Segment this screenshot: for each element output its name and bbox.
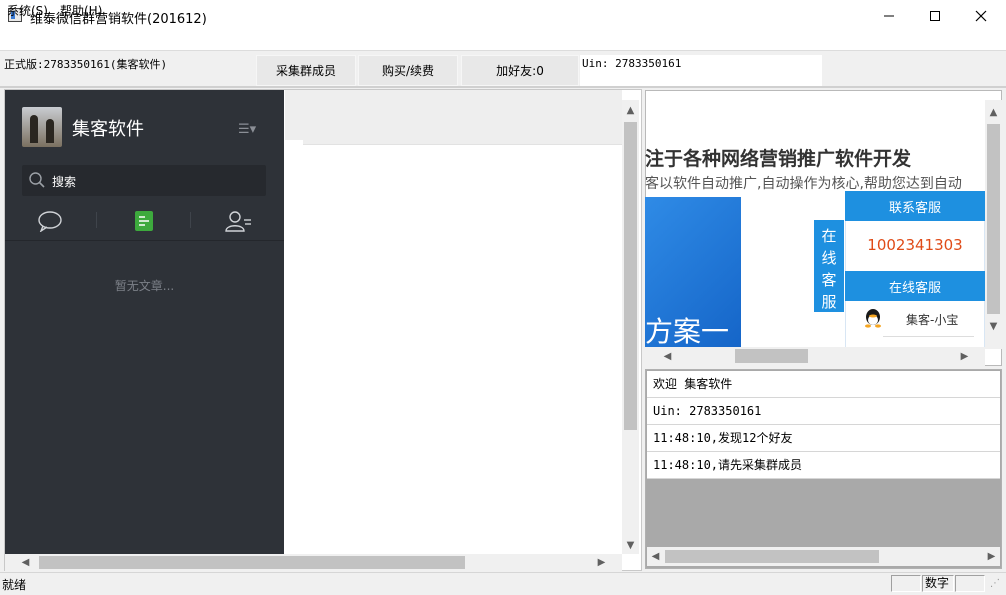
scrollbar-thumb[interactable] xyxy=(624,122,637,430)
status-bar xyxy=(0,572,1006,595)
search-placeholder: 搜索 xyxy=(52,175,77,189)
uin-label: Uin: 2783350161 xyxy=(582,57,682,70)
horizontal-scrollbar[interactable]: ◀ ▶ xyxy=(5,554,622,571)
status-pane xyxy=(891,575,921,592)
minimize-icon xyxy=(884,15,894,16)
service-phone[interactable]: 1002341303 xyxy=(845,236,985,254)
ad-headline: 注于各种网络营销推广软件开发 xyxy=(645,148,912,170)
scroll-down-icon[interactable]: ▼ xyxy=(622,537,639,554)
tab-divider xyxy=(96,212,97,228)
window-title: 维泰微信群营销软件(201612) xyxy=(30,12,207,27)
tab-articles[interactable] xyxy=(130,208,158,234)
maximize-icon xyxy=(930,10,940,21)
minimize-button[interactable] xyxy=(866,0,912,31)
tab-contacts[interactable] xyxy=(224,208,252,234)
menu-system[interactable]: 系统(S) xyxy=(7,2,48,19)
wechat-sidebar xyxy=(5,90,284,554)
scroll-right-icon[interactable]: ▶ xyxy=(983,548,1000,565)
buy-renew-button[interactable]: 购买/续费 xyxy=(358,55,458,86)
scroll-right-icon[interactable]: ▶ xyxy=(593,554,610,571)
close-button[interactable] xyxy=(958,0,1004,31)
close-icon xyxy=(975,10,987,21)
scroll-down-icon[interactable]: ▼ xyxy=(985,318,1002,335)
article-icon xyxy=(135,211,153,231)
hamburger-menu-icon[interactable]: ☰▾ xyxy=(238,122,256,137)
log-horizontal-scrollbar[interactable]: ◀ ▶ xyxy=(647,547,1000,566)
qq-penguin-icon[interactable] xyxy=(862,307,884,329)
contact-service-title: 联系客服 xyxy=(845,191,985,221)
web-vertical-scrollbar[interactable]: ▲ ▼ xyxy=(985,100,1002,349)
log-entry: 11:48:10,发现12个好友 xyxy=(647,425,1000,452)
tab-underline xyxy=(5,240,284,241)
avatar[interactable] xyxy=(22,107,62,147)
empty-articles-text: 暂无文章... xyxy=(114,279,175,293)
scroll-up-icon[interactable]: ▲ xyxy=(985,104,1002,121)
ad-subline: 客以软件自动推广,自动操作为核心,帮助您达到自动 xyxy=(645,176,962,192)
online-service-side-tab[interactable]: 在线客服 xyxy=(814,220,844,312)
vertical-scrollbar[interactable]: ▲ ▼ xyxy=(622,100,639,554)
wechat-nickname: 集客软件 xyxy=(72,119,144,140)
log-entry: 欢迎 集客软件 xyxy=(647,371,1000,398)
scrollbar-thumb[interactable] xyxy=(665,550,879,563)
search-icon xyxy=(29,172,45,188)
status-pane xyxy=(955,575,985,592)
resize-grip-icon[interactable]: ⋰ xyxy=(990,578,1000,589)
scroll-up-icon[interactable]: ▲ xyxy=(622,102,639,119)
qq-contact-name[interactable]: 集客-小宝 xyxy=(906,311,958,328)
numlock-indicator: 数字 xyxy=(922,575,954,592)
add-friend-button[interactable]: 加好友:0 xyxy=(461,55,579,86)
chat-bubble-icon xyxy=(38,211,62,232)
status-text: 就绪 xyxy=(2,578,27,592)
chat-header-notch xyxy=(285,140,303,146)
web-horizontal-scrollbar[interactable]: ◀ ▶ xyxy=(645,347,985,366)
log-entry: 11:48:10,请先采集群成员 xyxy=(647,452,1000,479)
ad-banner-text: 方案一 xyxy=(645,315,730,348)
side-tab-label: 在线客服 xyxy=(821,227,837,311)
menu-bar xyxy=(0,31,1006,51)
collect-members-button[interactable]: 采集群成员 xyxy=(256,55,356,86)
tab-divider xyxy=(190,212,191,228)
contacts-icon xyxy=(225,211,251,232)
menu-help[interactable]: 帮助(H) xyxy=(60,2,102,19)
scrollbar-thumb[interactable] xyxy=(735,349,808,363)
scroll-left-icon[interactable]: ◀ xyxy=(17,554,34,571)
edition-label: 正式版:2783350161(集客软件) xyxy=(4,58,168,71)
scrollbar-thumb[interactable] xyxy=(987,124,1000,314)
divider xyxy=(883,336,974,337)
scrollbar-thumb[interactable] xyxy=(39,556,465,569)
online-service-title: 在线客服 xyxy=(845,271,985,301)
scroll-right-icon[interactable]: ▶ xyxy=(956,348,973,365)
maximize-button[interactable] xyxy=(912,0,958,31)
chat-header xyxy=(285,90,622,145)
scroll-left-icon[interactable]: ◀ xyxy=(659,348,676,365)
scroll-left-icon[interactable]: ◀ xyxy=(647,548,664,565)
tab-chats[interactable] xyxy=(36,208,64,234)
log-entry: Uin: 2783350161 xyxy=(647,398,1000,425)
